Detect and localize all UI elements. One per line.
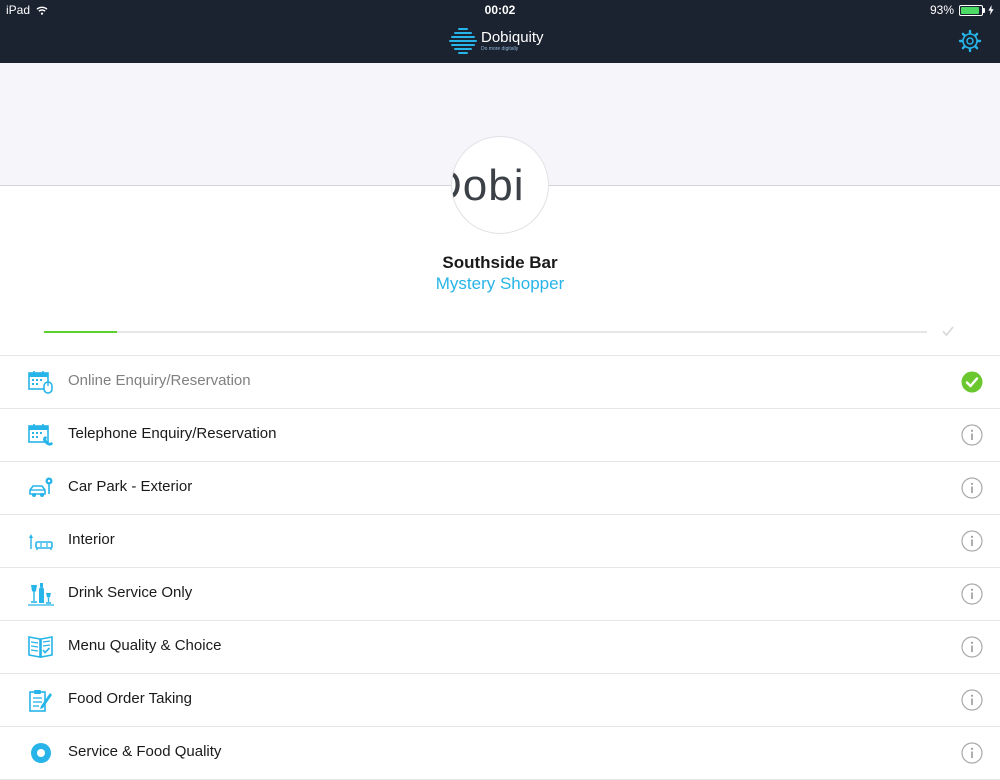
progress-fill bbox=[44, 331, 118, 333]
info-icon[interactable] bbox=[961, 583, 983, 605]
info-icon[interactable] bbox=[961, 636, 983, 658]
info-icon[interactable] bbox=[961, 477, 983, 499]
charging-bolt-icon bbox=[988, 5, 994, 15]
section-row-interior[interactable]: Interior bbox=[0, 515, 1000, 568]
complete-check-icon bbox=[961, 371, 983, 393]
bottle-glasses-icon bbox=[28, 582, 54, 606]
survey-type: Mystery Shopper bbox=[435, 274, 565, 293]
order-pad-icon bbox=[28, 688, 54, 712]
dobiquity-globe-icon bbox=[449, 28, 477, 54]
venue-avatar: Dobi bbox=[451, 136, 549, 234]
calendar-mouse-icon bbox=[28, 370, 54, 394]
settings-button[interactable] bbox=[956, 27, 984, 55]
menu-book-icon bbox=[28, 635, 54, 659]
avatar-logo-text: Dobi bbox=[452, 161, 525, 210]
info-icon[interactable] bbox=[961, 530, 983, 552]
section-label: Car Park - Exterior bbox=[68, 478, 193, 495]
section-row-drink-service-only[interactable]: Drink Service Only bbox=[0, 568, 1000, 621]
calendar-phone-icon bbox=[28, 423, 54, 447]
venue-name: Southside Bar bbox=[442, 253, 558, 272]
brand-tagline: Do more digitally bbox=[481, 46, 519, 52]
battery-icon bbox=[959, 4, 985, 16]
section-label: Interior bbox=[68, 531, 115, 548]
section-row-telephone-enquiry-reservation[interactable]: Telephone Enquiry/Reservation bbox=[0, 409, 1000, 462]
brand-name: Dobiquity bbox=[481, 29, 544, 46]
gear-icon bbox=[958, 29, 982, 53]
brand-text: Dobiquity Do more digitally bbox=[481, 29, 544, 53]
info-icon[interactable] bbox=[961, 742, 983, 764]
section-label: Service & Food Quality bbox=[68, 743, 222, 760]
section-label: Menu Quality & Choice bbox=[68, 637, 222, 654]
section-row-food-order-taking[interactable]: Food Order Taking bbox=[0, 674, 1000, 727]
info-icon[interactable] bbox=[961, 689, 983, 711]
car-pin-icon bbox=[28, 476, 54, 500]
info-icon[interactable] bbox=[961, 424, 983, 446]
section-label: Telephone Enquiry/Reservation bbox=[68, 425, 277, 442]
status-bar: iPad 00:02 93% bbox=[0, 0, 1000, 20]
survey-progress-bar bbox=[44, 331, 927, 333]
status-time: 00:02 bbox=[484, 3, 516, 17]
section-row-car-park-exterior[interactable]: Car Park - Exterior bbox=[0, 462, 1000, 515]
status-right: 93% bbox=[930, 3, 994, 17]
battery-percent: 93% bbox=[929, 3, 954, 17]
section-label: Online Enquiry/Reservation bbox=[68, 372, 251, 389]
service-badge-icon bbox=[28, 741, 54, 765]
progress-complete-check-icon bbox=[942, 326, 954, 337]
nav-bar: Dobiquity Do more digitally bbox=[0, 20, 1000, 63]
section-label: Food Order Taking bbox=[68, 690, 192, 707]
section-row-service-food-quality[interactable]: Service & Food Quality bbox=[0, 727, 1000, 780]
sofa-lamp-icon bbox=[28, 529, 54, 553]
section-label: Drink Service Only bbox=[68, 584, 193, 601]
section-list: Online Enquiry/Reservation Telephone Enqu… bbox=[0, 355, 1000, 780]
section-row-menu-quality-choice[interactable]: Menu Quality & Choice bbox=[0, 621, 1000, 674]
section-row-online-enquiry-reservation[interactable]: Online Enquiry/Reservation bbox=[0, 356, 1000, 409]
brand-logo: Dobiquity Do more digitally bbox=[449, 26, 544, 56]
